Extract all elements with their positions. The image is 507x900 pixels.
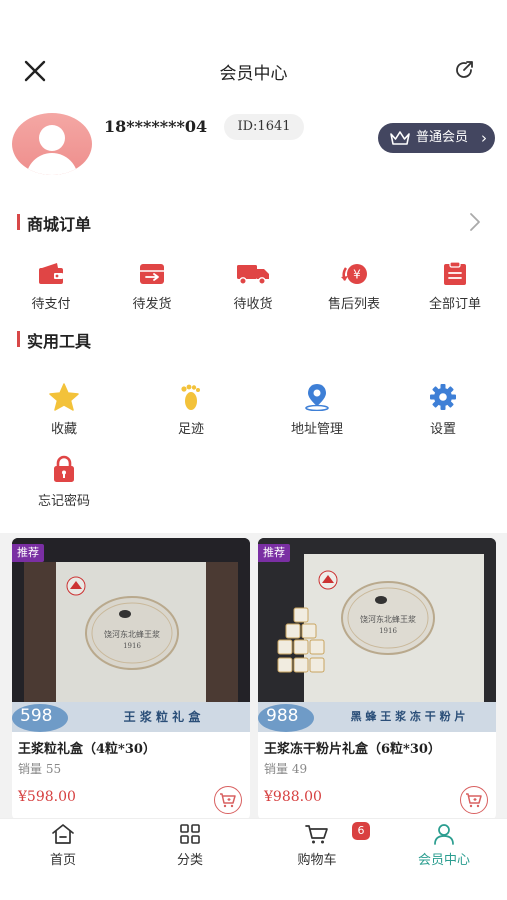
user-id-badge: ID:1641 — [224, 114, 304, 140]
tool-favorites[interactable]: 收藏 — [19, 383, 109, 437]
tool-item-label: 地址管理 — [290, 422, 343, 437]
order-item-label: 售后列表 — [327, 297, 380, 312]
sales-label: 销量 — [264, 762, 289, 776]
cart-add-icon — [220, 793, 236, 808]
tool-settings[interactable]: 设置 — [398, 383, 488, 437]
recommend-tag: 推荐 — [258, 544, 290, 562]
refund-icon: ¥ — [341, 264, 367, 284]
price-badge: 988 — [266, 706, 299, 726]
tool-item-label: 足迹 — [177, 422, 204, 437]
tab-label: 会员中心 — [417, 853, 470, 868]
tool-item-label: 忘记密码 — [37, 494, 90, 509]
box-seal-label: 饶河东北蜂王浆 — [360, 615, 416, 624]
star-icon — [49, 383, 79, 411]
cart-icon — [305, 825, 328, 844]
orders-section-title: 商城订单 — [17, 211, 91, 235]
page-title: 会员中心 — [219, 64, 288, 84]
product-name: 王浆粒礼盒（4粒*30） — [18, 742, 156, 757]
product-card[interactable]: 饶河东北蜂王浆 1916 黑 蜂 王 浆 冻 干 粉 片 988 推荐 王浆冻干… — [258, 538, 496, 820]
home-icon — [52, 824, 74, 844]
footprint-icon — [181, 384, 200, 410]
cart-add-icon — [466, 793, 482, 808]
product-image: 饶河东北蜂王浆 1916 王 浆 粒 礼 盒 598 推荐 — [12, 538, 250, 732]
bottom-tab-bar: 首页 分类 购物车 6 会员中心 — [0, 818, 507, 900]
avatar[interactable] — [12, 113, 92, 175]
share-icon[interactable] — [452, 58, 476, 82]
order-item-label: 全部订单 — [428, 297, 481, 312]
avatar-body-shape — [26, 153, 78, 175]
chevron-right-icon[interactable] — [468, 210, 482, 234]
box-seal-year: 1916 — [379, 627, 397, 635]
tab-member-center[interactable]: 会员中心 — [381, 819, 507, 879]
lock-icon — [54, 455, 74, 482]
product-sales: 销量 49 — [264, 760, 307, 777]
grid-icon — [180, 824, 200, 844]
tools-section-title: 实用工具 — [17, 328, 91, 352]
location-pin-icon — [305, 384, 329, 411]
tool-address-management[interactable]: 地址管理 — [272, 383, 362, 437]
product-sales: 销量 55 — [18, 760, 61, 777]
sales-count: 49 — [291, 762, 308, 776]
product-card[interactable]: 饶河东北蜂王浆 1916 王 浆 粒 礼 盒 598 推荐 王浆粒礼盒（4粒*3… — [12, 538, 250, 820]
add-to-cart-button[interactable] — [214, 786, 242, 814]
tool-forgot-password[interactable]: 忘记密码 — [19, 455, 109, 509]
sales-label: 销量 — [18, 762, 43, 776]
product-name: 王浆冻干粉片礼盒（6粒*30） — [264, 742, 441, 757]
tab-label: 购物车 — [297, 853, 337, 868]
box-banner-label: 黑 蜂 王 浆 冻 干 粉 片 — [350, 710, 466, 723]
tab-label: 分类 — [176, 853, 203, 868]
tab-home[interactable]: 首页 — [0, 819, 126, 879]
add-to-cart-button[interactable] — [460, 786, 488, 814]
box-icon — [140, 264, 164, 284]
phone-number: 18*******04 — [104, 117, 208, 136]
box-seal-label: 饶河东北蜂王浆 — [104, 630, 160, 639]
tool-item-label: 收藏 — [50, 422, 77, 437]
order-list-icon — [444, 262, 466, 285]
order-pending-shipment[interactable]: 待发货 — [107, 262, 197, 312]
order-item-label: 待收货 — [233, 297, 273, 312]
order-pending-receipt[interactable]: 待收货 — [208, 262, 298, 312]
tab-label: 首页 — [49, 853, 76, 868]
sales-count: 55 — [45, 762, 62, 776]
tab-category[interactable]: 分类 — [127, 819, 253, 879]
crown-icon — [390, 131, 410, 145]
product-image: 饶河东北蜂王浆 1916 黑 蜂 王 浆 冻 干 粉 片 988 推荐 — [258, 538, 496, 732]
order-item-label: 待发货 — [132, 297, 172, 312]
truck-icon — [237, 265, 269, 285]
product-price: ¥598.00 — [18, 789, 76, 805]
chevron-right-icon: › — [481, 129, 487, 147]
gear-icon — [430, 384, 456, 410]
order-pending-payment[interactable]: 待支付 — [6, 262, 96, 312]
price-badge: 598 — [20, 706, 53, 726]
tool-item-label: 设置 — [429, 422, 456, 437]
order-all[interactable]: 全部订单 — [410, 262, 500, 312]
wallet-icon — [39, 263, 63, 284]
recommend-tag: 推荐 — [12, 544, 44, 562]
cart-count-badge: 6 — [352, 822, 370, 840]
header-bar: 会员中心 — [0, 40, 507, 100]
user-icon — [434, 824, 454, 845]
box-seal-year: 1916 — [123, 642, 141, 650]
tool-footprints[interactable]: 足迹 — [146, 383, 236, 437]
avatar-head-shape — [39, 125, 65, 151]
product-price: ¥988.00 — [264, 789, 322, 805]
member-level-label: 普通会员 — [416, 130, 469, 145]
svg-text:¥: ¥ — [353, 268, 361, 282]
order-after-sales[interactable]: ¥ 售后列表 — [309, 262, 399, 312]
order-item-label: 待支付 — [31, 297, 71, 312]
member-level-button[interactable]: 普通会员 › — [378, 123, 495, 153]
box-banner-label: 王 浆 粒 礼 盒 — [123, 710, 201, 724]
